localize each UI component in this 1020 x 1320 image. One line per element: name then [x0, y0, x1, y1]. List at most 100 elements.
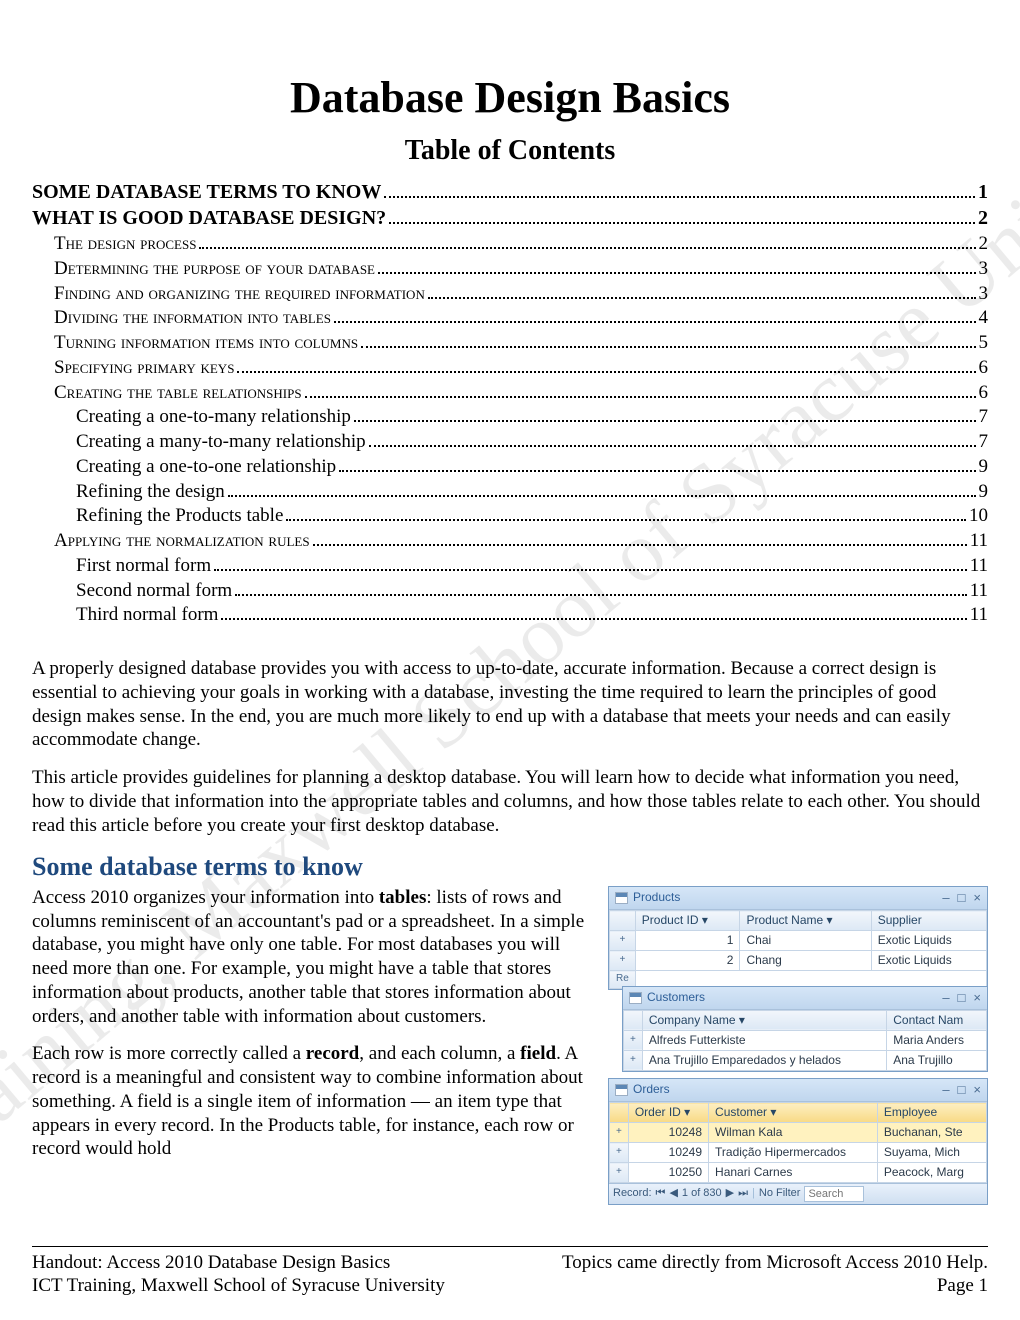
- table-icon: [629, 992, 642, 1004]
- toc-leader: [235, 594, 967, 596]
- toc-leader: [199, 247, 975, 249]
- toc-leader: [221, 618, 966, 620]
- toc-label: Turning information items into columns: [54, 331, 358, 355]
- toc-entry[interactable]: Third normal form11: [32, 603, 988, 627]
- toc-entry[interactable]: Creating a one-to-one relationship9: [32, 455, 988, 479]
- toc-label: Second normal form: [76, 579, 232, 603]
- toc-leader: [369, 445, 976, 447]
- select-all-cell[interactable]: [610, 1103, 629, 1123]
- cell: 1: [635, 931, 740, 951]
- footer-page: Page 1: [937, 1274, 988, 1298]
- nav-label: Record:: [613, 1187, 652, 1201]
- footer-source: Topics came directly from Microsoft Acce…: [562, 1251, 988, 1275]
- select-all-cell[interactable]: [624, 1010, 643, 1030]
- nav-last-icon[interactable]: ⏭: [738, 1187, 748, 1201]
- toc-page-number: 11: [970, 529, 988, 553]
- column-header[interactable]: Contact Nam: [887, 1010, 987, 1030]
- column-header[interactable]: Product ID ▾: [635, 911, 740, 931]
- minimize-icon[interactable]: –: [942, 1082, 949, 1098]
- toc-leader: [313, 544, 967, 546]
- table-row[interactable]: + Ana Trujillo Emparedados y helados Ana…: [624, 1050, 987, 1070]
- close-icon[interactable]: ×: [973, 990, 981, 1006]
- cell: Tradição Hipermercados: [709, 1143, 878, 1163]
- column-header[interactable]: Company Name ▾: [642, 1010, 886, 1030]
- close-icon[interactable]: ×: [973, 890, 981, 906]
- toc-entry[interactable]: SOME DATABASE TERMS TO KNOW1: [32, 180, 988, 205]
- select-all-cell[interactable]: [610, 911, 636, 931]
- toc-entry[interactable]: Applying the normalization rules11: [32, 529, 988, 553]
- table-row[interactable]: + 10249 Tradição Hipermercados Suyama, M…: [610, 1143, 987, 1163]
- close-icon[interactable]: ×: [973, 1082, 981, 1098]
- nav-next-icon[interactable]: ▶: [726, 1187, 734, 1201]
- filter-indicator[interactable]: No Filter: [759, 1187, 801, 1201]
- table-of-contents: SOME DATABASE TERMS TO KNOW1WHAT IS GOOD…: [32, 180, 988, 627]
- toc-page-number: 10: [969, 504, 988, 528]
- intro-para-1: A properly designed database provides yo…: [32, 657, 988, 752]
- table-row[interactable]: + 10248 Wilman Kala Buchanan, Ste: [610, 1123, 987, 1143]
- nav-first-icon[interactable]: ⏮: [656, 1187, 666, 1201]
- toc-label: First normal form: [76, 554, 211, 578]
- toc-entry[interactable]: The design process2: [32, 232, 988, 256]
- cell: Chai: [740, 931, 871, 951]
- toc-label: Finding and organizing the required info…: [54, 282, 425, 306]
- toc-page-number: 1: [978, 180, 988, 205]
- toc-entry[interactable]: Turning information items into columns5: [32, 331, 988, 355]
- cell: Wilman Kala: [709, 1123, 878, 1143]
- search-input[interactable]: [804, 1186, 864, 1202]
- column-header[interactable]: Supplier: [871, 911, 986, 931]
- cell: 10248: [628, 1123, 708, 1143]
- toc-page-number: 3: [979, 282, 989, 306]
- table-row[interactable]: + Alfreds Futterkiste Maria Anders: [624, 1030, 987, 1050]
- cell: Hanari Carnes: [709, 1163, 878, 1183]
- toc-entry[interactable]: Creating the table relationships6: [32, 381, 988, 405]
- toc-page-number: 9: [979, 455, 989, 479]
- toc-page-number: 9: [979, 480, 989, 504]
- cell: Exotic Liquids: [871, 931, 986, 951]
- cell: Peacock, Marg: [877, 1163, 986, 1183]
- toc-leader: [384, 196, 975, 198]
- toc-entry[interactable]: Creating a many-to-many relationship7: [32, 430, 988, 454]
- toc-label: Creating the table relationships: [54, 381, 302, 405]
- section-para-1: Access 2010 organizes your information i…: [32, 886, 590, 1029]
- products-table-window: Products – □ × Product ID ▾ Product Name…: [608, 886, 988, 990]
- toc-entry[interactable]: Determining the purpose of your database…: [32, 257, 988, 281]
- toc-page-number: 3: [979, 257, 989, 281]
- toc-page-number: 4: [979, 306, 989, 330]
- toc-leader: [214, 569, 967, 571]
- toc-heading: Table of Contents: [32, 133, 988, 168]
- table-row[interactable]: + 1 Chai Exotic Liquids: [610, 931, 987, 951]
- nav-prev-icon[interactable]: ◀: [669, 1187, 677, 1201]
- toc-page-number: 11: [970, 579, 988, 603]
- page-footer: Handout: Access 2010 Database Design Bas…: [32, 1246, 988, 1299]
- text: , and each column, a: [359, 1043, 520, 1064]
- toc-entry[interactable]: Specifying primary keys6: [32, 356, 988, 380]
- toc-page-number: 2: [979, 232, 989, 256]
- cell: Chang: [740, 951, 871, 971]
- text: Each row is more correctly called a: [32, 1043, 306, 1064]
- minimize-icon[interactable]: –: [942, 890, 949, 906]
- toc-entry[interactable]: Dividing the information into tables 4: [32, 306, 988, 330]
- maximize-icon[interactable]: □: [958, 990, 966, 1006]
- column-header[interactable]: Customer ▾: [709, 1103, 878, 1123]
- record-navigator: Record: ⏮ ◀ 1 of 830 ▶ ⏭ | No Filter: [609, 1183, 987, 1204]
- cell: Maria Anders: [887, 1030, 987, 1050]
- toc-entry[interactable]: Refining the design9: [32, 480, 988, 504]
- section-heading: Some database terms to know: [32, 851, 988, 884]
- toc-entry[interactable]: Finding and organizing the required info…: [32, 282, 988, 306]
- page-title: Database Design Basics: [32, 70, 988, 125]
- toc-entry[interactable]: Creating a one-to-many relationship7: [32, 405, 988, 429]
- toc-entry[interactable]: WHAT IS GOOD DATABASE DESIGN?2: [32, 206, 988, 231]
- minimize-icon[interactable]: –: [942, 990, 949, 1006]
- column-header[interactable]: Employee: [877, 1103, 986, 1123]
- window-title: Products: [633, 890, 680, 905]
- table-row[interactable]: + 10250 Hanari Carnes Peacock, Marg: [610, 1163, 987, 1183]
- toc-entry[interactable]: First normal form11: [32, 554, 988, 578]
- column-header[interactable]: Order ID ▾: [628, 1103, 708, 1123]
- maximize-icon[interactable]: □: [958, 890, 966, 906]
- table-row[interactable]: + 2 Chang Exotic Liquids: [610, 951, 987, 971]
- toc-entry[interactable]: Refining the Products table10: [32, 504, 988, 528]
- toc-entry[interactable]: Second normal form 11: [32, 579, 988, 603]
- maximize-icon[interactable]: □: [958, 1082, 966, 1098]
- column-header[interactable]: Product Name ▾: [740, 911, 871, 931]
- toc-label: Dividing the information into tables: [54, 306, 331, 330]
